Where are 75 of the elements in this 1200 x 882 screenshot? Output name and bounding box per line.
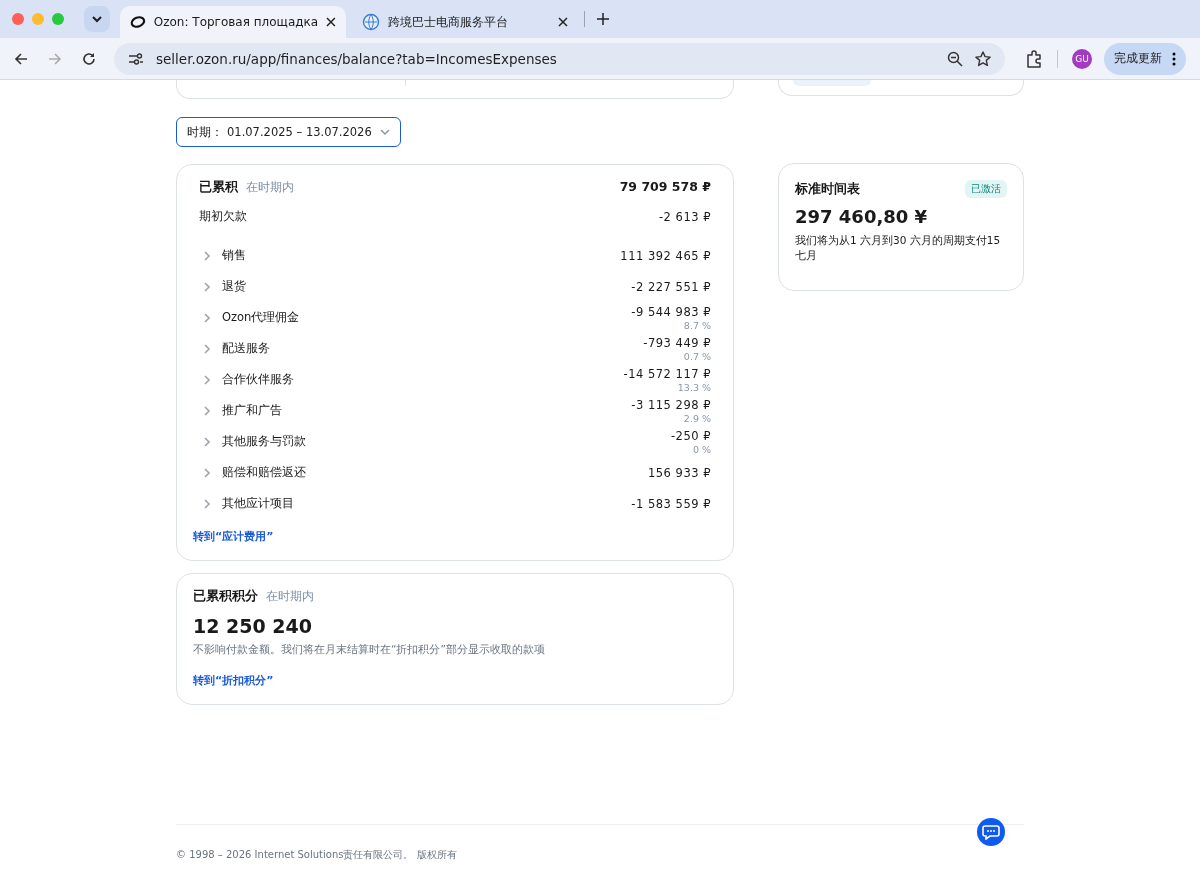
payout-note: 我们将为从1 六月到30 六月的周期支付15 七月 — [795, 233, 1002, 263]
card-subtitle: 在时期内 — [266, 589, 314, 604]
browser-tab[interactable]: Ozon: Торговая площадка — [120, 6, 346, 38]
new-tab-icon[interactable] — [597, 13, 609, 25]
accruals-link[interactable]: 转到“应计费用” — [193, 529, 711, 544]
row-percent: 8.7 % — [683, 319, 711, 331]
row-label: 推广和广告 — [222, 403, 283, 418]
status-badge: 已激活 — [965, 180, 1007, 198]
forward-icon[interactable] — [48, 51, 62, 66]
row-label: 其他服务与罚款 — [222, 434, 307, 449]
card-subtitle: 在时期内 — [246, 180, 294, 195]
total-amount: 79 709 578 ₽ — [619, 179, 711, 194]
copyright-text: © 1998 – 2026 Internet Solutions责任有限公司。 版权所有 — [176, 849, 457, 860]
profile-avatar[interactable]: GU — [1072, 48, 1092, 69]
chevron-right-icon[interactable] — [203, 311, 211, 324]
back-icon[interactable] — [14, 51, 28, 66]
row-label: Ozon代理佣金 — [222, 310, 301, 325]
chevron-right-icon[interactable] — [203, 466, 211, 479]
close-icon[interactable] — [326, 17, 336, 27]
more-icon — [1172, 51, 1176, 66]
chevron-right-icon[interactable] — [203, 373, 211, 386]
chevron-right-icon[interactable] — [203, 249, 211, 262]
points-value: 12 250 240 — [193, 615, 313, 637]
row-amount: -1 583 559 ₽ — [631, 496, 711, 511]
chat-icon — [982, 824, 1000, 840]
row-percent: 0.7 % — [683, 350, 711, 362]
row-label: 期初欠款 — [199, 209, 248, 224]
row-amount: -3 115 298 ₽ — [631, 397, 711, 412]
chat-button[interactable] — [977, 818, 1005, 846]
row-amount: 156 933 ₽ — [647, 465, 711, 480]
chevron-down-icon — [379, 128, 390, 136]
card-title: 已累积 — [199, 179, 238, 196]
globe-icon — [362, 13, 380, 31]
update-button[interactable]: 完成更新 — [1104, 42, 1186, 75]
payout-amount: 297 460,80 ¥ — [795, 206, 929, 227]
period-picker[interactable]: 时期： 01.07.2025 – 13.07.2026 — [176, 117, 401, 147]
row-label: 退货 — [222, 279, 247, 294]
chevron-down-icon — [91, 13, 103, 25]
close-window-button[interactable] — [12, 13, 24, 25]
chevron-right-icon[interactable] — [203, 435, 211, 448]
site-settings-icon[interactable] — [128, 51, 144, 66]
row-label: 其他应计项目 — [222, 496, 295, 511]
row-amount: -14 572 117 ₽ — [623, 366, 711, 381]
ring-icon — [130, 14, 146, 30]
address-bar[interactable]: seller.ozon.ru/app/finances/balance?tab=IncomesExpenses — [114, 42, 1005, 75]
tab-search-button[interactable] — [84, 6, 110, 32]
chevron-right-icon[interactable] — [203, 497, 211, 510]
row-amount: -2 227 551 ₽ — [631, 279, 711, 294]
row-amount: -2 613 ₽ — [658, 209, 711, 224]
row-amount: 111 392 465 ₽ — [620, 248, 711, 263]
row-label: 合作伙伴服务 — [222, 372, 295, 387]
minimize-window-button[interactable] — [32, 13, 44, 25]
browser-tab[interactable]: 跨境巴士电商服务平台 — [352, 6, 578, 38]
row-amount: -250 ₽ — [670, 428, 711, 443]
row-percent: 2.9 % — [683, 412, 711, 424]
chevron-right-icon[interactable] — [203, 280, 211, 293]
card-title: 已累积积分 — [193, 588, 258, 605]
close-icon[interactable] — [558, 17, 568, 27]
row-amount: -9 544 983 ₽ — [631, 304, 711, 319]
row-amount: -793 449 ₽ — [643, 335, 711, 350]
row-label: 配送服务 — [222, 341, 271, 356]
zoom-icon[interactable] — [947, 50, 963, 67]
row-percent: 0 % — [692, 443, 711, 455]
extensions-icon[interactable] — [1025, 49, 1043, 68]
row-percent: 13.3 % — [677, 381, 711, 393]
zoom-window-button[interactable] — [52, 13, 64, 25]
row-label: 销售 — [222, 248, 247, 263]
reload-icon[interactable] — [82, 51, 96, 66]
chevron-right-icon[interactable] — [203, 404, 211, 417]
row-label: 赔偿和赔偿返还 — [222, 465, 307, 480]
chevron-right-icon[interactable] — [203, 342, 211, 355]
card-title: 标准时间表 — [795, 180, 860, 198]
points-link[interactable]: 转到“折扣积分” — [193, 673, 717, 688]
points-note: 不影响付款金额。我们将在月末结算时在“折扣积分”部分显示收取的款项 — [193, 643, 546, 657]
star-icon[interactable] — [975, 50, 991, 67]
